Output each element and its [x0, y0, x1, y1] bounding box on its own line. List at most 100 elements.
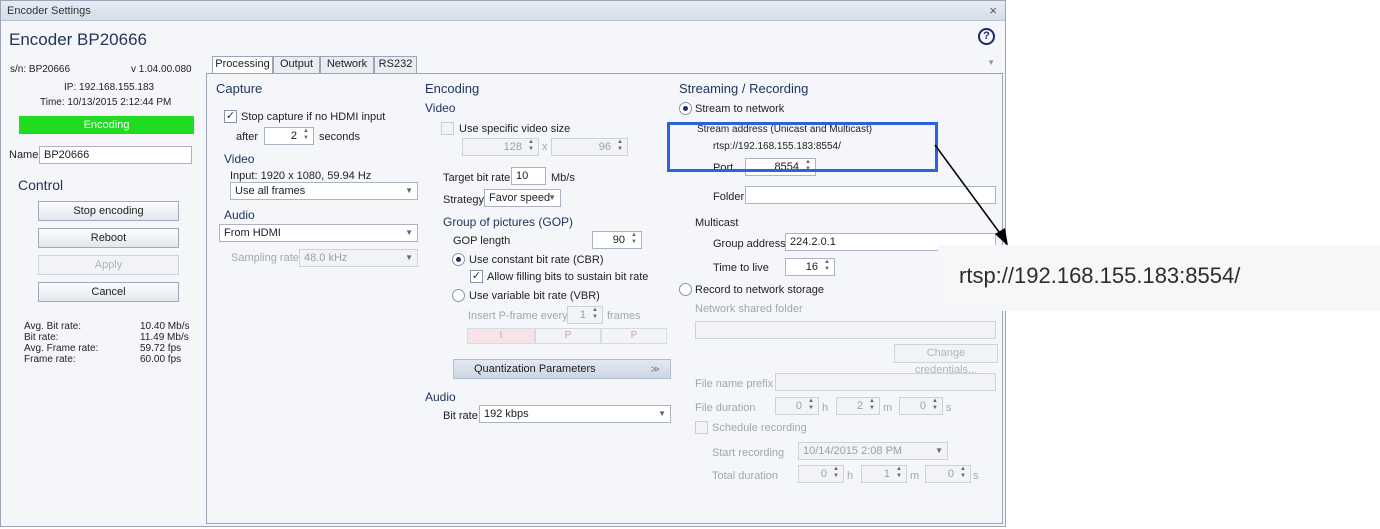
unit-h: h: [847, 470, 854, 482]
audio-bit-rate-value: 192 kbps: [484, 408, 529, 420]
chevron-down-icon: ▼: [405, 186, 413, 195]
height-stepper[interactable]: 96 ▲ ▼: [551, 138, 628, 156]
unit-s: s: [946, 402, 952, 414]
device-time: Time: 10/13/2015 2:12:44 PM: [40, 97, 172, 108]
specific-size-label: Use specific video size: [459, 123, 571, 135]
fill-bits-checkbox[interactable]: ✓: [470, 270, 483, 283]
unit-s: s: [973, 470, 979, 482]
shared-folder-input[interactable]: [695, 321, 996, 339]
apply-button[interactable]: Apply: [38, 255, 179, 275]
stop-capture-checkbox[interactable]: ✓: [224, 110, 237, 123]
unit-m: m: [883, 402, 893, 414]
gop-p-frame: P: [535, 328, 601, 344]
chevron-down-icon[interactable]: ▼: [987, 58, 995, 67]
cbr-radio[interactable]: [452, 253, 465, 266]
gop-p-frame: P: [601, 328, 667, 344]
tab-output[interactable]: Output: [273, 56, 320, 73]
pframe-value: 1: [579, 309, 586, 321]
duration-minutes-stepper[interactable]: 2 ▲ ▼: [836, 397, 880, 415]
total-minutes-stepper[interactable]: 1 ▲ ▼: [861, 465, 907, 483]
prefix-input[interactable]: [775, 373, 996, 391]
stat-value: 10.40 Mb/s: [140, 321, 190, 332]
gop-i-frame: I: [467, 328, 535, 344]
stat-label: Frame rate:: [24, 354, 76, 365]
duration-hours-stepper[interactable]: 0 ▲ ▼: [775, 397, 819, 415]
pframe-stepper[interactable]: 1 ▲ ▼: [567, 306, 603, 324]
audio-bit-rate-label: Bit rate: [443, 410, 478, 422]
name-input[interactable]: BP20666: [39, 146, 192, 164]
ttl-label: Time to live: [713, 262, 769, 274]
stepper-arrows-icon[interactable]: ▲ ▼: [958, 466, 968, 480]
frames-value: Use all frames: [235, 185, 306, 197]
fill-bits-label: Allow filling bits to sustain bit rate: [487, 271, 649, 283]
total-seconds-value: 0: [947, 468, 954, 480]
tab-processing[interactable]: Processing: [212, 56, 273, 74]
stepper-arrows-icon[interactable]: ▲ ▼: [806, 398, 816, 412]
schedule-checkbox[interactable]: [695, 421, 708, 434]
encoding-video-title: Video: [425, 101, 456, 115]
cancel-button[interactable]: Cancel: [38, 282, 179, 302]
streaming-title: Streaming / Recording: [679, 81, 809, 96]
frames-select[interactable]: Use all frames ▼: [230, 182, 418, 200]
target-bit-rate-unit: Mb/s: [551, 172, 575, 184]
tab-rs232[interactable]: RS232: [374, 56, 417, 73]
stepper-arrows-icon[interactable]: ▲ ▼: [301, 128, 311, 142]
stepper-arrows-icon[interactable]: ▲ ▼: [822, 259, 832, 273]
sampling-rate-label: Sampling rate: [231, 252, 299, 264]
ttl-stepper[interactable]: 16 ▲ ▼: [785, 258, 835, 276]
gop-length-stepper[interactable]: 90 ▲ ▼: [592, 231, 642, 249]
stat-label: Bit rate:: [24, 332, 59, 343]
sampling-rate-select[interactable]: 48.0 kHz ▼: [299, 249, 418, 267]
stepper-arrows-icon[interactable]: ▲ ▼: [867, 398, 877, 412]
stop-encoding-button[interactable]: Stop encoding: [38, 201, 179, 221]
duration-seconds-stepper[interactable]: 0 ▲ ▼: [899, 397, 943, 415]
group-address-label: Group address: [713, 238, 786, 250]
stepper-arrows-icon[interactable]: ▲ ▼: [590, 307, 600, 321]
start-recording-value: 10/14/2015 2:08 PM: [803, 445, 903, 457]
callout-arrow-icon: [934, 144, 1008, 246]
strategy-select[interactable]: Favor speed ▼: [484, 189, 561, 207]
duration-seconds-value: 0: [919, 400, 926, 412]
stepper-arrows-icon[interactable]: ▲ ▼: [629, 232, 639, 246]
capture-audio-title: Audio: [224, 208, 255, 222]
chevron-down-icon: ▼: [935, 446, 943, 455]
close-icon[interactable]: ×: [989, 3, 997, 18]
help-icon[interactable]: ?: [978, 28, 995, 45]
specific-size-checkbox[interactable]: [441, 122, 454, 135]
record-label: Record to network storage: [695, 284, 825, 296]
audio-bit-rate-select[interactable]: 192 kbps ▼: [479, 405, 671, 423]
chevron-down-icon: ▼: [405, 253, 413, 262]
tab-network[interactable]: Network: [320, 56, 374, 73]
stepper-arrows-icon[interactable]: ▲ ▼: [930, 398, 940, 412]
reboot-button[interactable]: Reboot: [38, 228, 179, 248]
vbr-radio[interactable]: [452, 289, 465, 302]
chevron-down-icon: ▼: [405, 228, 413, 237]
target-bit-rate-input[interactable]: 10: [511, 167, 546, 185]
stream-network-radio[interactable]: [679, 102, 692, 115]
start-recording-picker[interactable]: 10/14/2015 2:08 PM ▼: [798, 442, 948, 460]
stepper-arrows-icon[interactable]: ▲ ▼: [831, 466, 841, 480]
name-label: Name: [9, 149, 39, 161]
stream-network-label: Stream to network: [695, 103, 785, 115]
stat-label: Avg. Frame rate:: [24, 343, 99, 354]
record-radio[interactable]: [679, 283, 692, 296]
stepper-arrows-icon[interactable]: ▲ ▼: [894, 466, 904, 480]
audio-source-select[interactable]: From HDMI ▼: [219, 224, 418, 242]
multicast-title: Multicast: [695, 217, 739, 229]
file-duration-label: File duration: [695, 402, 756, 414]
stop-capture-label: Stop capture if no HDMI input: [241, 111, 386, 123]
cbr-label: Use constant bit rate (CBR): [469, 254, 604, 266]
width-stepper[interactable]: 128 ▲ ▼: [462, 138, 539, 156]
total-seconds-stepper[interactable]: 0 ▲ ▼: [925, 465, 971, 483]
change-credentials-button[interactable]: Change credentials...: [894, 344, 998, 376]
stepper-arrows-icon[interactable]: ▲ ▼: [615, 139, 625, 153]
total-hours-stepper[interactable]: 0 ▲ ▼: [798, 465, 844, 483]
serial-number: s/n: BP20666: [10, 64, 71, 75]
schedule-label: Schedule recording: [712, 422, 807, 434]
seconds-stepper[interactable]: 2 ▲ ▼: [264, 127, 314, 145]
stepper-arrows-icon[interactable]: ▲ ▼: [526, 139, 536, 153]
stat-value: 11.49 Mb/s: [140, 332, 189, 343]
gop-length-label: GOP length: [453, 235, 511, 247]
quantization-parameters-expander[interactable]: Quantization Parameters ≫: [453, 359, 671, 379]
chevron-down-icon: ▼: [548, 193, 556, 202]
